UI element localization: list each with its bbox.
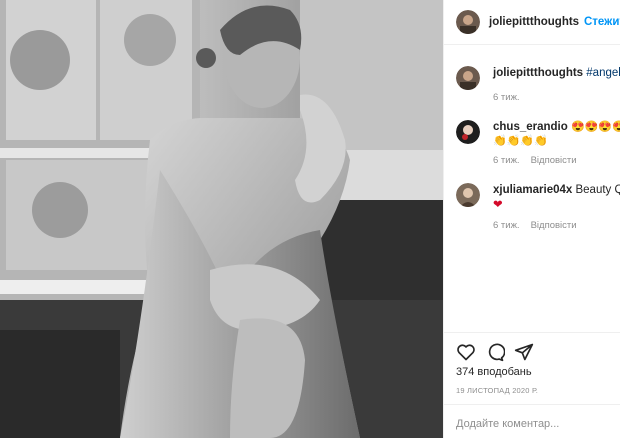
comment-username[interactable]: xjuliamarie04x <box>493 184 572 196</box>
comment-avatar[interactable] <box>456 120 480 144</box>
caption-username[interactable]: joliepittthoughts <box>493 67 583 79</box>
add-comment-input[interactable]: Додайте коментар... <box>456 418 559 430</box>
author-avatar[interactable] <box>456 10 480 34</box>
header-divider <box>444 44 620 45</box>
post-side-panel: joliepittthoughts Стежити joliepittthoug… <box>443 0 620 438</box>
post-date: 19 ЛИСТОПАД 2020 Р. <box>456 386 539 395</box>
actions-divider <box>444 332 620 333</box>
caption-time: 6 тиж. <box>493 92 520 103</box>
share-icon[interactable] <box>514 342 534 362</box>
comment-icon[interactable] <box>485 342 506 362</box>
likes-count[interactable]: 374 вподобань <box>456 366 532 378</box>
comment-username[interactable]: chus_erandio <box>493 121 568 133</box>
comment-text: chus_erandio 😍😍😍😍😍 <box>493 120 620 133</box>
comment-time: 6 тиж. <box>493 220 520 231</box>
comment-meta: 6 тиж. Відповісти <box>493 220 577 231</box>
comment-meta: 6 тиж. Відповісти <box>493 155 577 166</box>
comment-line1: Beauty Queen <box>575 184 620 196</box>
caption-hashtag[interactable]: #angelina <box>586 67 620 79</box>
follow-button[interactable]: Стежити <box>584 16 620 28</box>
comment-line1: 😍😍😍😍😍 <box>570 121 620 133</box>
caption-avatar[interactable] <box>456 66 480 90</box>
heart-icon[interactable] <box>456 342 476 362</box>
comment-avatar[interactable] <box>456 183 480 207</box>
comment-line2: 👏👏👏👏 <box>493 135 548 147</box>
reply-button[interactable]: Відповісти <box>531 220 577 231</box>
caption-text: joliepittthoughts #angelina <box>493 67 620 79</box>
comment-time: 6 тиж. <box>493 155 520 166</box>
author-username[interactable]: joliepittthoughts <box>489 16 579 28</box>
comment-text: xjuliamarie04x Beauty Queen <box>493 184 620 196</box>
post-photo[interactable] <box>0 0 443 438</box>
comment-input-divider <box>444 404 620 405</box>
reply-button[interactable]: Відповісти <box>531 155 577 166</box>
comment-line2: ❤ <box>493 199 503 211</box>
